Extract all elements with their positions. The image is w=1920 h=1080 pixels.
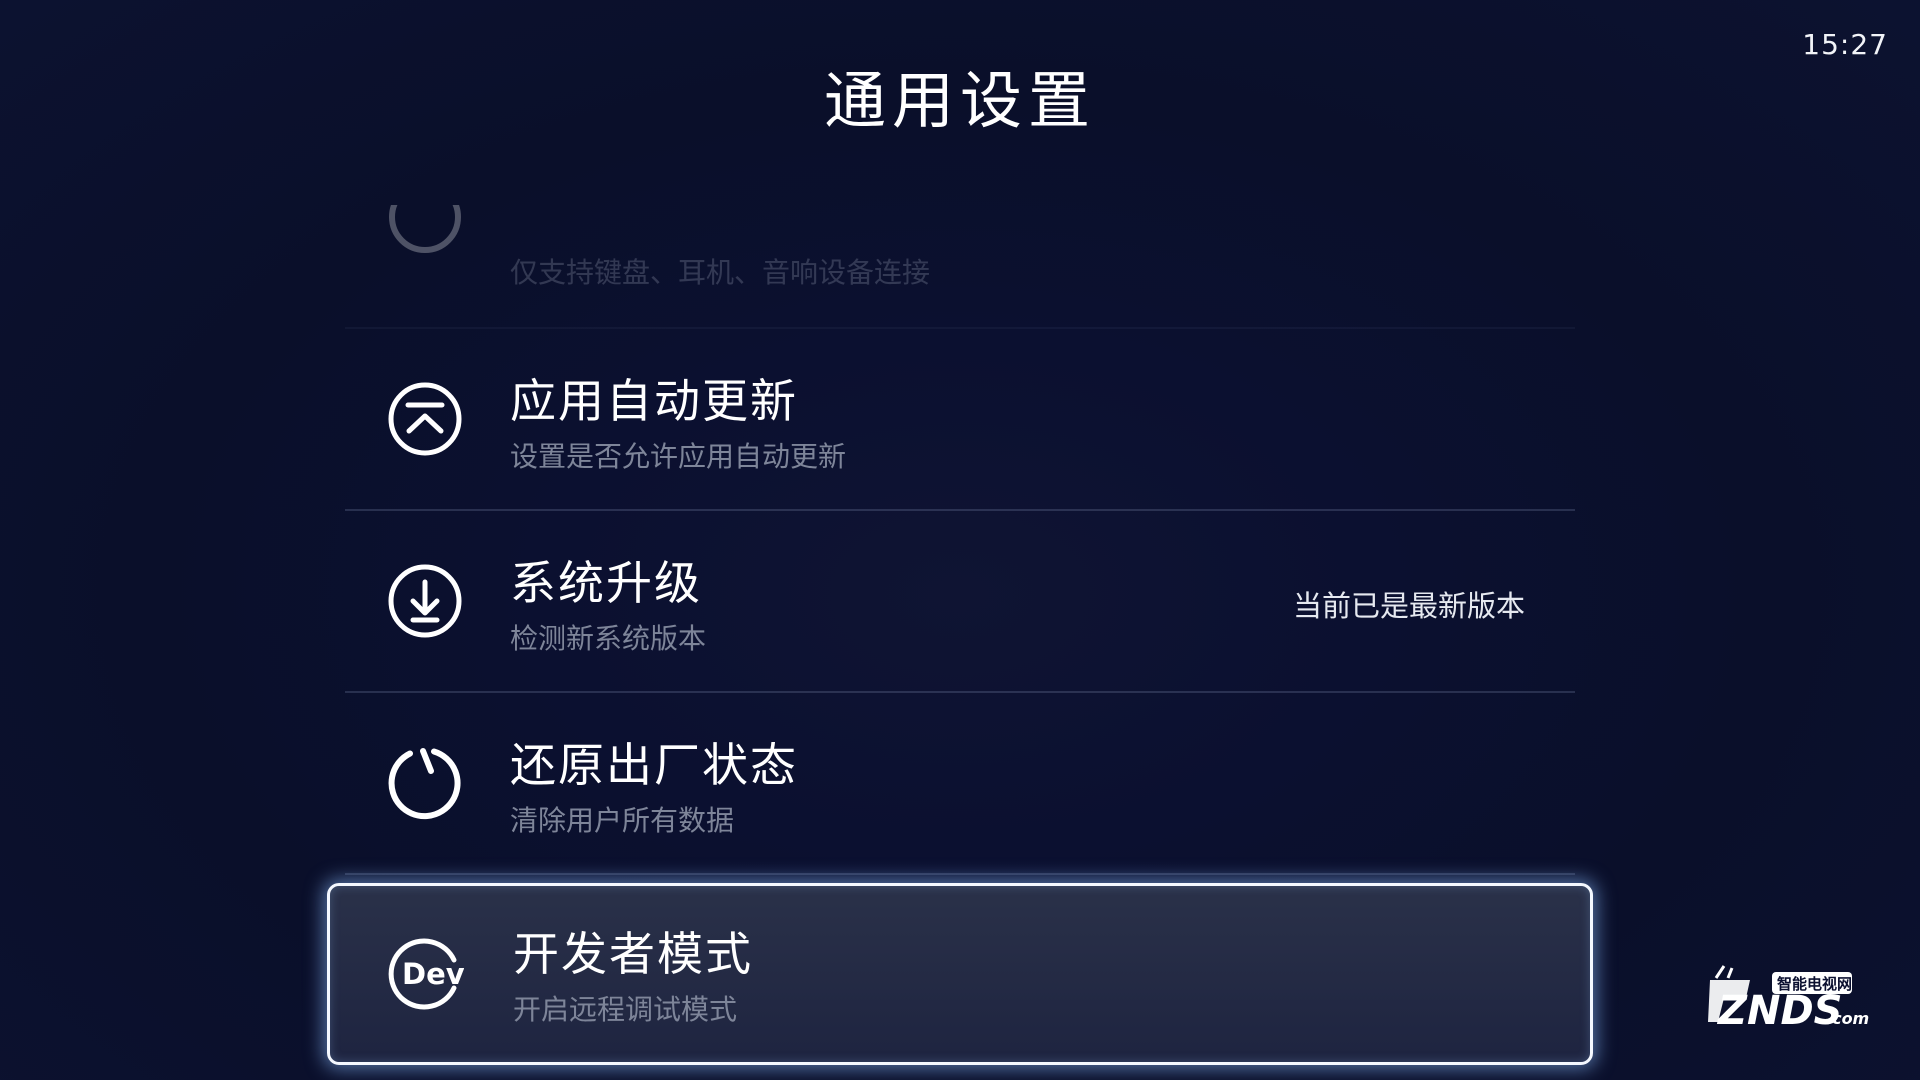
settings-item-auto-update[interactable]: 应用自动更新 设置是否允许应用自动更新 [345,329,1575,511]
settings-item-developer-mode[interactable]: Dev 开发者模式 开启远程调试模式 [327,883,1593,1065]
settings-item-title: 还原出厂状态 [510,738,798,792]
settings-item-system-upgrade[interactable]: 系统升级 检测新系统版本 当前已是最新版本 [345,511,1575,693]
watermark-brand: ZNDS [1716,988,1843,1034]
settings-item-title: 系统升级 [510,556,702,610]
power-reset-icon [387,745,463,821]
settings-item-factory-reset[interactable]: 还原出厂状态 清除用户所有数据 [345,693,1575,875]
auto-update-icon [387,381,463,457]
connect-icon [387,205,463,255]
settings-item-subtitle: 检测新系统版本 [510,622,707,655]
settings-item-subtitle: 清除用户所有数据 [510,804,735,837]
settings-item-title: 开发者模式 [513,927,753,981]
dev-icon: Dev [388,936,464,1012]
settings-list: 仅支持键盘、耳机、音响设备连接 应用自动更新 设置是否允许应用自动更新 系统升级… [327,205,1593,1065]
settings-item-title: 应用自动更新 [510,374,798,428]
watermark-suffix: .com [1826,1009,1869,1028]
svg-text:Dev: Dev [402,957,464,991]
upgrade-status-text: 当前已是最新版本 [1292,589,1525,623]
settings-item-subtitle: 开启远程调试模式 [513,993,738,1026]
znds-watermark-logo: 智能电视网 ZNDS .com [1702,956,1872,1046]
settings-item-device-connection[interactable]: 仅支持键盘、耳机、音响设备连接 [345,205,1575,329]
settings-item-subtitle: 设置是否允许应用自动更新 [510,440,847,473]
page-title: 通用设置 [823,64,1096,137]
settings-item-subtitle: 仅支持键盘、耳机、音响设备连接 [510,256,931,289]
download-icon [387,563,463,639]
